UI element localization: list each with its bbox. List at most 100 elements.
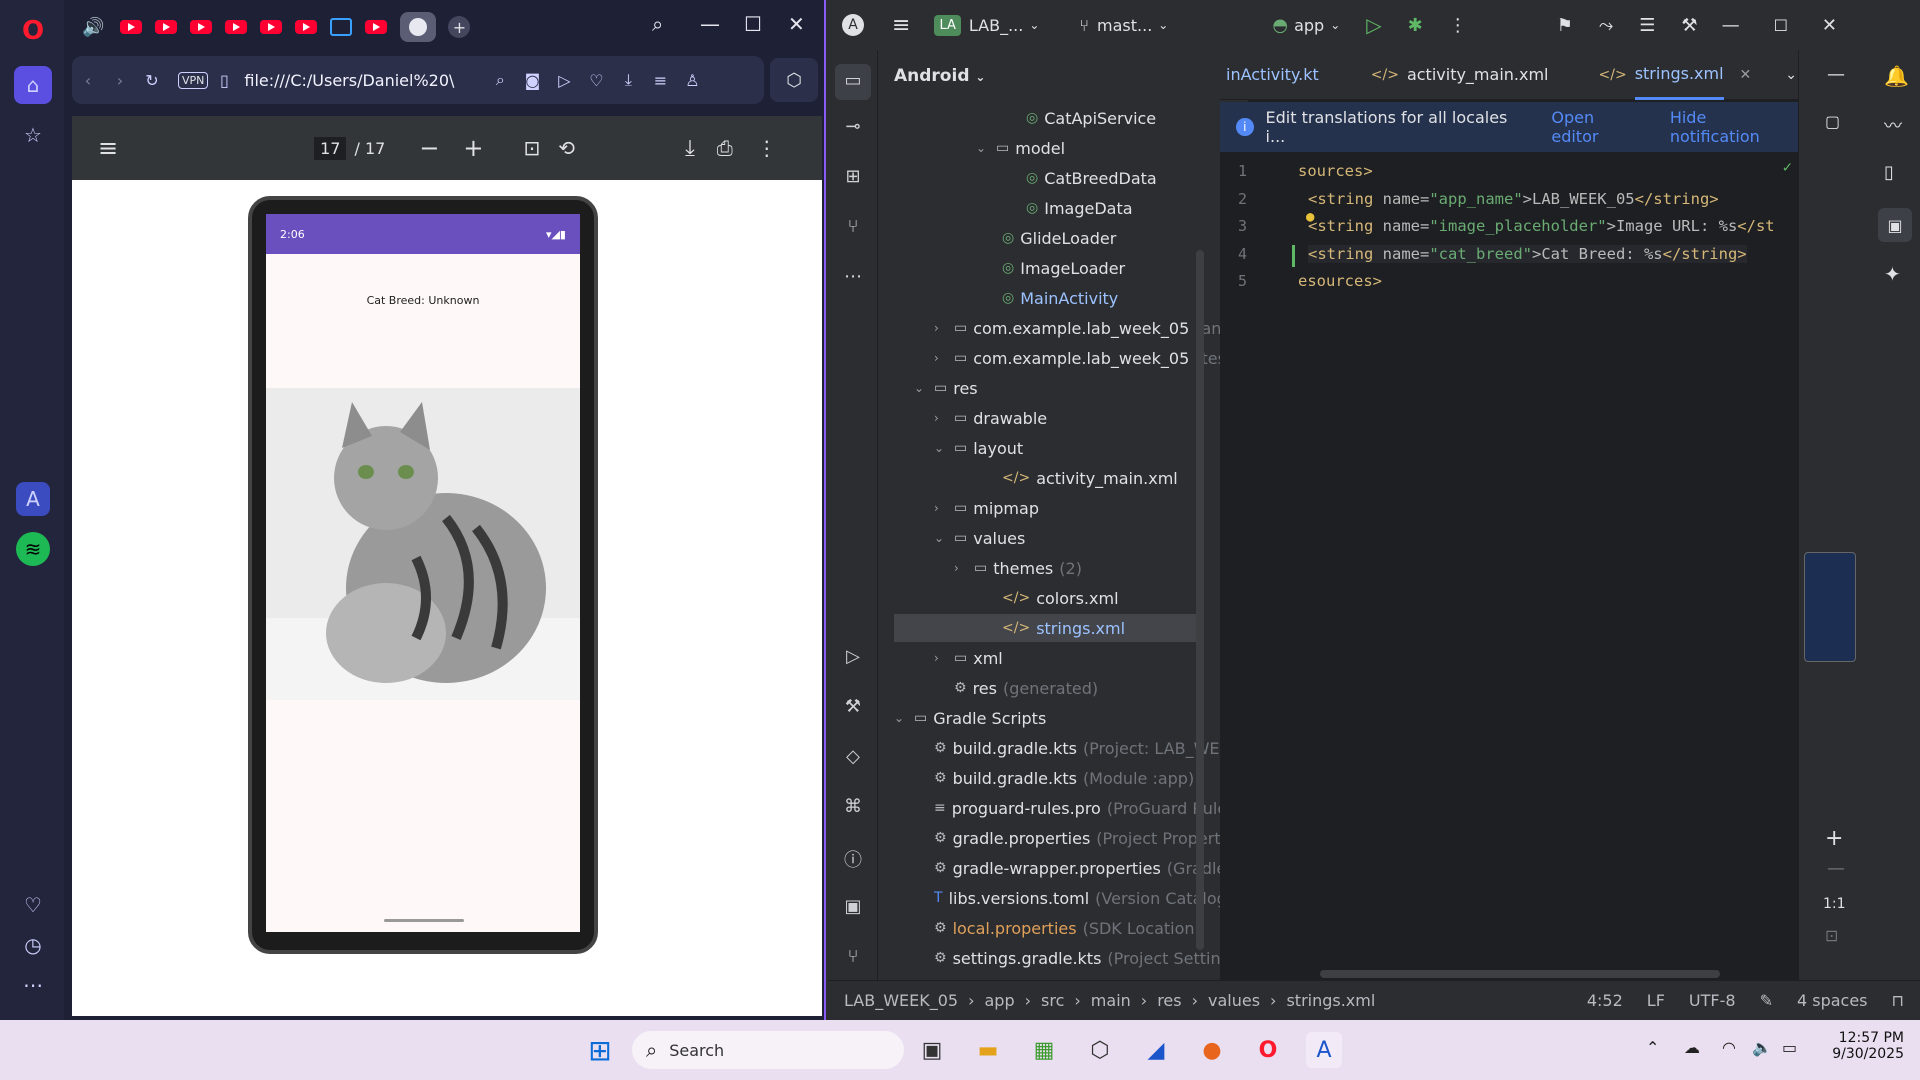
search-tabs-icon[interactable]: ⌕ bbox=[652, 12, 663, 36]
tree-item[interactable]: ⌄ ▭ values bbox=[934, 524, 1025, 552]
tree-item[interactable]: ◎ CatBreedData bbox=[1006, 164, 1157, 192]
reload-icon[interactable]: ↻ bbox=[136, 71, 168, 90]
chevron-down-icon[interactable]: ⌄ bbox=[894, 711, 914, 725]
chevron-down-icon[interactable]: ⌄ bbox=[914, 381, 934, 395]
indent[interactable]: 4 spaces bbox=[1797, 991, 1868, 1010]
chevron-right-icon[interactable]: › bbox=[934, 501, 954, 515]
tab-icon[interactable] bbox=[330, 18, 353, 36]
zoom-in-icon[interactable]: + bbox=[1825, 826, 1843, 851]
git-icon[interactable]: ⑂ bbox=[840, 946, 866, 972]
fit-screen-icon[interactable]: ⊡ bbox=[1825, 926, 1838, 945]
print-icon[interactable]: ⎙ bbox=[717, 136, 733, 160]
download-icon[interactable]: ⤓ bbox=[612, 70, 644, 90]
close-button[interactable]: ✕ bbox=[788, 12, 805, 36]
tree-item[interactable]: ⌄ ▭ res bbox=[914, 374, 978, 402]
opera-icon[interactable]: O bbox=[1250, 1032, 1286, 1068]
tree-item[interactable]: ⚙ build.gradle.kts (Project: LAB_WEEK bbox=[914, 734, 1240, 762]
tree-item[interactable]: ⚙ res (generated) bbox=[934, 674, 1098, 702]
tree-item[interactable]: ⚙ local.properties (SDK Location) bbox=[914, 914, 1201, 942]
minimize-button[interactable]: — bbox=[700, 12, 720, 36]
translate-icon[interactable]: ⤳ bbox=[1599, 15, 1613, 36]
emulator-icon[interactable]: ▣ bbox=[1878, 208, 1912, 242]
heart-icon[interactable]: ♡ bbox=[16, 888, 50, 922]
home-icon[interactable]: ⌂ bbox=[14, 66, 52, 104]
chevron-down-icon[interactable]: ⌄ bbox=[1330, 18, 1340, 32]
zoom-actual[interactable]: 1:1 bbox=[1823, 896, 1846, 912]
tree-item[interactable]: › ▭ drawable bbox=[934, 404, 1047, 432]
maximize-button[interactable]: ☐ bbox=[744, 12, 762, 36]
code-line[interactable]: esources> bbox=[1298, 272, 1382, 290]
speaker-icon[interactable]: 🔊 bbox=[82, 17, 104, 38]
gemini-sparkle-icon[interactable]: ✦ bbox=[1884, 262, 1901, 286]
aria-icon[interactable]: A bbox=[16, 482, 50, 516]
device-preview[interactable] bbox=[1804, 552, 1856, 662]
breadcrumb-item[interactable]: strings.xml bbox=[1286, 991, 1375, 1010]
close-tab-icon[interactable]: ✕ bbox=[1740, 67, 1752, 83]
breadcrumb-item[interactable]: values bbox=[1208, 991, 1260, 1010]
gemini-icon[interactable]: ◇ bbox=[840, 746, 866, 772]
fit-page-icon[interactable]: ⊡ bbox=[524, 136, 541, 160]
profile-icon[interactable]: ♙ bbox=[676, 71, 708, 90]
project-icon[interactable]: ▭ bbox=[835, 64, 871, 100]
zoom-out-icon[interactable]: — bbox=[1827, 858, 1845, 879]
url-field[interactable]: file:///C:/Users/Daniel%20\ bbox=[244, 71, 484, 90]
spotify-icon[interactable]: ≋ bbox=[16, 532, 50, 566]
battery-icon[interactable]: ▭ bbox=[1782, 1038, 1797, 1057]
tree-item[interactable]: ⌄ ▭ layout bbox=[934, 434, 1023, 462]
pull-request-icon[interactable]: ⑂ bbox=[840, 216, 866, 242]
run-config[interactable]: app bbox=[1294, 16, 1324, 35]
notifications-icon[interactable]: 🔔 bbox=[1884, 64, 1909, 88]
hide-notification-link[interactable]: Hide notification bbox=[1670, 108, 1798, 146]
download-icon[interactable]: ⤓ bbox=[685, 136, 695, 161]
encoding[interactable]: UTF-8 bbox=[1689, 991, 1736, 1010]
tree-item[interactable]: › ▭ xml bbox=[934, 644, 1003, 672]
chevron-down-icon[interactable]: ⌄ bbox=[1029, 18, 1039, 32]
run-tool-icon[interactable]: ▷ bbox=[840, 646, 866, 672]
tree-item[interactable]: </> strings.xml bbox=[894, 614, 1204, 642]
main-menu-icon[interactable]: ≡ bbox=[892, 13, 910, 38]
youtube-tab[interactable] bbox=[365, 20, 388, 34]
tree-item[interactable]: › ▭ com.example.lab_week_05 (test) bbox=[934, 344, 1238, 372]
vpn-badge[interactable]: VPN bbox=[178, 71, 209, 89]
youtube-tab[interactable] bbox=[120, 20, 143, 34]
branch-name[interactable]: mast... bbox=[1097, 16, 1152, 35]
tree-scrollbar[interactable] bbox=[1196, 250, 1204, 950]
tree-item[interactable]: › ▭ mipmap bbox=[934, 494, 1039, 522]
project-badge[interactable]: LA bbox=[934, 14, 961, 36]
chevron-right-icon[interactable]: › bbox=[934, 321, 954, 335]
open-editor-link[interactable]: Open editor bbox=[1551, 108, 1643, 146]
breadcrumb-item[interactable]: res bbox=[1157, 991, 1181, 1010]
youtube-tab[interactable] bbox=[190, 20, 213, 34]
tree-item[interactable]: ≡ proguard-rules.pro (ProGuard Rules bbox=[914, 794, 1236, 822]
menu-icon[interactable]: ≡ bbox=[644, 71, 676, 90]
history-icon[interactable]: ◷ bbox=[16, 928, 50, 962]
minimize-panel-icon[interactable]: — bbox=[1827, 64, 1845, 85]
find-icon[interactable]: ⌕ bbox=[484, 70, 516, 90]
zoom-out-icon[interactable]: − bbox=[419, 134, 439, 162]
device-icon[interactable]: ▢ bbox=[1825, 112, 1840, 131]
maximize-button[interactable]: ☐ bbox=[1774, 16, 1788, 35]
chevron-down-icon[interactable]: ⌄ bbox=[976, 141, 996, 155]
search-box[interactable]: ⌕ Search bbox=[632, 1031, 904, 1069]
tree-item[interactable]: ◎ MainActivity bbox=[982, 284, 1118, 312]
file-explorer-icon[interactable]: ▬ bbox=[970, 1032, 1006, 1068]
tray-chevron-icon[interactable]: ⌃ bbox=[1646, 1038, 1659, 1057]
code-line[interactable]: <string name="image_placeholder">Image U… bbox=[1306, 209, 1775, 235]
new-tab-button[interactable]: + bbox=[448, 16, 471, 38]
tree-item[interactable]: ⚙ build.gradle.kts (Module :app) bbox=[914, 764, 1194, 792]
send-icon[interactable]: ▷ bbox=[548, 71, 580, 90]
app-icon[interactable]: ◢ bbox=[1138, 1032, 1174, 1068]
active-tab[interactable] bbox=[400, 12, 437, 42]
youtube-tab[interactable] bbox=[295, 20, 318, 34]
chevron-right-icon[interactable]: › bbox=[934, 351, 954, 365]
volume-icon[interactable]: 🔈 bbox=[1752, 1038, 1772, 1057]
forward-icon[interactable]: › bbox=[104, 71, 136, 90]
chevron-down-icon[interactable]: ⌄ bbox=[934, 531, 954, 545]
clock[interactable]: 12:57 PM 9/30/2025 bbox=[1822, 1030, 1904, 1062]
tree-item[interactable]: ◎ GlideLoader bbox=[982, 224, 1116, 252]
task-view-icon[interactable]: ▣ bbox=[914, 1032, 950, 1068]
line-separator[interactable]: LF bbox=[1647, 991, 1665, 1010]
zoom-in-icon[interactable]: + bbox=[463, 134, 483, 162]
tools-icon[interactable]: ⚒ bbox=[1681, 15, 1697, 36]
android-studio-icon[interactable]: A bbox=[1306, 1032, 1342, 1068]
